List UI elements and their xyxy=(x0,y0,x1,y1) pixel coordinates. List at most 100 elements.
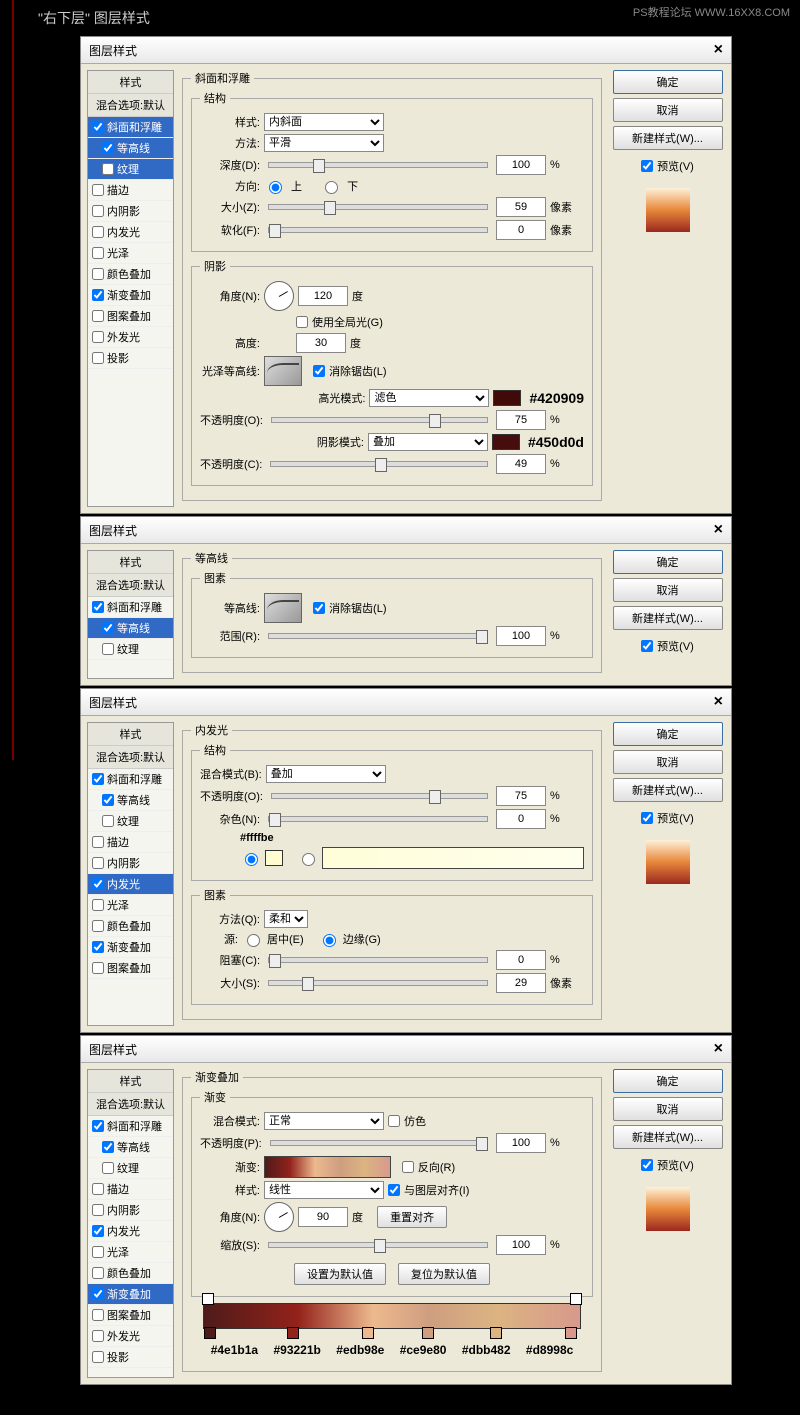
si-contour[interactable]: 等高线 xyxy=(88,790,173,811)
sh1[interactable]: 样式 xyxy=(88,723,173,746)
sidebar-item-bevel[interactable]: 斜面和浮雕 xyxy=(88,117,173,138)
new-style-button[interactable]: 新建样式(W)... xyxy=(613,778,723,802)
ok-button[interactable]: 确定 xyxy=(613,722,723,746)
shadow-color-swatch[interactable] xyxy=(492,434,520,450)
si-iglow[interactable]: 内发光 xyxy=(88,1221,173,1242)
chk-bevel[interactable] xyxy=(92,121,104,133)
glow-color-radio[interactable] xyxy=(245,853,258,866)
chk[interactable] xyxy=(92,1267,104,1279)
chk-satin[interactable] xyxy=(92,247,104,259)
preview-chk[interactable] xyxy=(641,160,653,172)
si-oglow[interactable]: 外发光 xyxy=(88,1326,173,1347)
si-satin[interactable]: 光泽 xyxy=(88,895,173,916)
range-input[interactable] xyxy=(496,626,546,646)
sopacity-slider[interactable] xyxy=(270,461,488,467)
chk[interactable] xyxy=(92,1246,104,1258)
angle-dial-icon[interactable] xyxy=(264,1202,294,1232)
si-bevel[interactable]: 斜面和浮雕 xyxy=(88,769,173,790)
chk-contour[interactable] xyxy=(102,142,114,154)
si-texture[interactable]: 纹理 xyxy=(88,811,173,832)
reset-default-button[interactable]: 复位为默认值 xyxy=(398,1263,490,1285)
color-stop[interactable] xyxy=(422,1327,434,1339)
style-select[interactable]: 内斜面 xyxy=(264,113,384,131)
sidebar-item-texture[interactable]: 纹理 xyxy=(88,639,173,660)
sh2[interactable]: 混合选项:默认 xyxy=(88,746,173,769)
si-coverlay[interactable]: 颜色叠加 xyxy=(88,916,173,937)
preview-chk[interactable] xyxy=(641,640,653,652)
chk[interactable] xyxy=(92,1288,104,1300)
chk[interactable] xyxy=(102,622,114,634)
new-style-button[interactable]: 新建样式(W)... xyxy=(613,126,723,150)
chk[interactable] xyxy=(92,899,104,911)
si-ishadow[interactable]: 内阴影 xyxy=(88,1200,173,1221)
chk[interactable] xyxy=(92,1120,104,1132)
chk[interactable] xyxy=(92,836,104,848)
ig-noise-slider[interactable] xyxy=(268,816,488,822)
si-contour[interactable]: 等高线 xyxy=(88,1137,173,1158)
range-slider[interactable] xyxy=(268,633,488,639)
chk[interactable] xyxy=(102,1141,114,1153)
sidebar-item-inner-shadow[interactable]: 内阴影 xyxy=(88,201,173,222)
angle-dial-icon[interactable] xyxy=(264,281,294,311)
preview-chk[interactable] xyxy=(641,1159,653,1171)
depth-input[interactable] xyxy=(496,155,546,175)
chk-texture[interactable] xyxy=(102,163,114,175)
chk[interactable] xyxy=(102,815,114,827)
size-slider[interactable] xyxy=(268,204,488,210)
global-light-chk[interactable] xyxy=(296,316,308,328)
chk[interactable] xyxy=(92,920,104,932)
chk[interactable] xyxy=(92,941,104,953)
ok-button[interactable]: 确定 xyxy=(613,1069,723,1093)
close-icon[interactable]: × xyxy=(714,693,723,711)
si-stroke[interactable]: 描边 xyxy=(88,1179,173,1200)
new-style-button[interactable]: 新建样式(W)... xyxy=(613,1125,723,1149)
ig-choke-slider[interactable] xyxy=(268,957,488,963)
chk[interactable] xyxy=(92,773,104,785)
ig-size-slider[interactable] xyxy=(268,980,488,986)
si-goverlay[interactable]: 渐变叠加 xyxy=(88,937,173,958)
ig-opacity-slider[interactable] xyxy=(271,793,488,799)
chk[interactable] xyxy=(92,1309,104,1321)
g-angle-input[interactable] xyxy=(298,1207,348,1227)
color-stop[interactable] xyxy=(287,1327,299,1339)
source-edge-radio[interactable] xyxy=(323,934,336,947)
ok-button[interactable]: 确定 xyxy=(613,70,723,94)
color-stop[interactable] xyxy=(490,1327,502,1339)
si-iglow[interactable]: 内发光 xyxy=(88,874,173,895)
sidebar-item-contour[interactable]: 等高线 xyxy=(88,618,173,639)
sidebar-item-drop-shadow[interactable]: 投影 xyxy=(88,348,173,369)
chk-ishadow[interactable] xyxy=(92,205,104,217)
opacity-stop[interactable] xyxy=(202,1293,214,1305)
soften-slider[interactable] xyxy=(268,227,488,233)
sh2[interactable]: 混合选项:默认 xyxy=(88,574,173,597)
si-bevel[interactable]: 斜面和浮雕 xyxy=(88,1116,173,1137)
chk[interactable] xyxy=(102,794,114,806)
dir-down-radio[interactable] xyxy=(325,181,338,194)
close-icon[interactable]: × xyxy=(714,521,723,539)
chk[interactable] xyxy=(92,1330,104,1342)
reverse-chk[interactable] xyxy=(402,1161,414,1173)
chk[interactable] xyxy=(92,962,104,974)
chk[interactable] xyxy=(102,1162,114,1174)
glow-gradient-bar[interactable] xyxy=(322,847,584,869)
chk[interactable] xyxy=(92,857,104,869)
ok-button[interactable]: 确定 xyxy=(613,550,723,574)
sopacity-input[interactable] xyxy=(496,454,546,474)
highlight-color-swatch[interactable] xyxy=(493,390,521,406)
ig-noise-input[interactable] xyxy=(496,809,546,829)
chk-oglow[interactable] xyxy=(92,331,104,343)
ig-tech-select[interactable]: 柔和 xyxy=(264,910,308,928)
chk-stroke[interactable] xyxy=(92,184,104,196)
set-default-button[interactable]: 设置为默认值 xyxy=(294,1263,386,1285)
source-center-radio[interactable] xyxy=(247,934,260,947)
close-icon[interactable]: × xyxy=(714,41,723,59)
altitude-input[interactable] xyxy=(296,333,346,353)
si-texture[interactable]: 纹理 xyxy=(88,1158,173,1179)
align-chk[interactable] xyxy=(388,1184,400,1196)
chk-goverlay[interactable] xyxy=(92,289,104,301)
si-stroke[interactable]: 描边 xyxy=(88,832,173,853)
chk[interactable] xyxy=(92,1351,104,1363)
color-stop[interactable] xyxy=(362,1327,374,1339)
sh1[interactable]: 样式 xyxy=(88,1070,173,1093)
reset-align-button[interactable]: 重置对齐 xyxy=(377,1206,447,1228)
